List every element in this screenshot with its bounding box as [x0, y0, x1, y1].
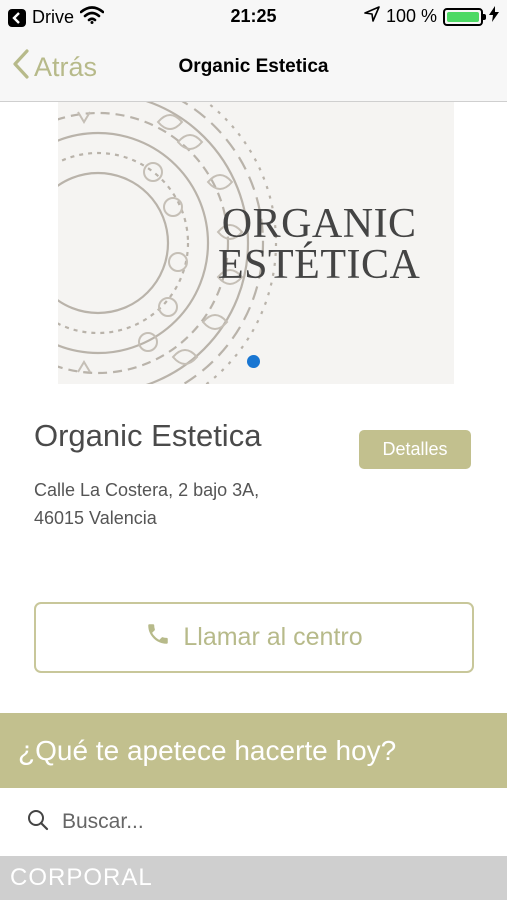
address-line-1: Calle La Costera, 2 bajo 3A,: [34, 480, 260, 500]
details-button[interactable]: Detalles: [359, 430, 471, 469]
search-bar: [0, 788, 507, 856]
call-button-label: Llamar al centro: [183, 623, 363, 651]
category-header-corporal[interactable]: CORPORAL: [0, 856, 507, 900]
center-name: Organic Estetica: [34, 418, 262, 453]
charging-bolt-icon: [489, 6, 499, 27]
navigation-bar: Atrás Organic Estetica: [0, 34, 507, 102]
battery-level: [447, 11, 479, 22]
status-bar: Drive 21:25 100 %: [0, 0, 507, 34]
category-label: CORPORAL: [10, 864, 153, 891]
call-center-button[interactable]: Llamar al centro: [34, 602, 474, 673]
carousel-page-indicator[interactable]: [247, 355, 260, 368]
search-icon: [26, 808, 50, 837]
question-text: ¿Qué te apetece hacerte hoy?: [18, 734, 397, 766]
location-arrow-icon: [364, 6, 380, 27]
battery-percent: 100 %: [385, 6, 437, 26]
status-right: 100 %: [364, 6, 499, 27]
page-title: Organic Estetica: [178, 56, 329, 77]
address-line-2: 46015 Valencia: [34, 508, 157, 528]
center-address: Calle La Costera, 2 bajo 3A, 46015 Valen…: [34, 476, 259, 532]
hero-image-carousel[interactable]: ORGANIC ESTÉTICA: [58, 102, 454, 384]
search-input[interactable]: [62, 810, 482, 834]
question-banner: ¿Qué te apetece hacerte hoy?: [0, 713, 507, 788]
brand-line-2: ESTÉTICA: [218, 242, 421, 288]
hero-brand-logo: ORGANIC ESTÉTICA: [218, 201, 421, 288]
phone-icon: [145, 621, 171, 654]
brand-line-1: ORGANIC: [221, 201, 417, 247]
battery-icon: [443, 7, 486, 26]
